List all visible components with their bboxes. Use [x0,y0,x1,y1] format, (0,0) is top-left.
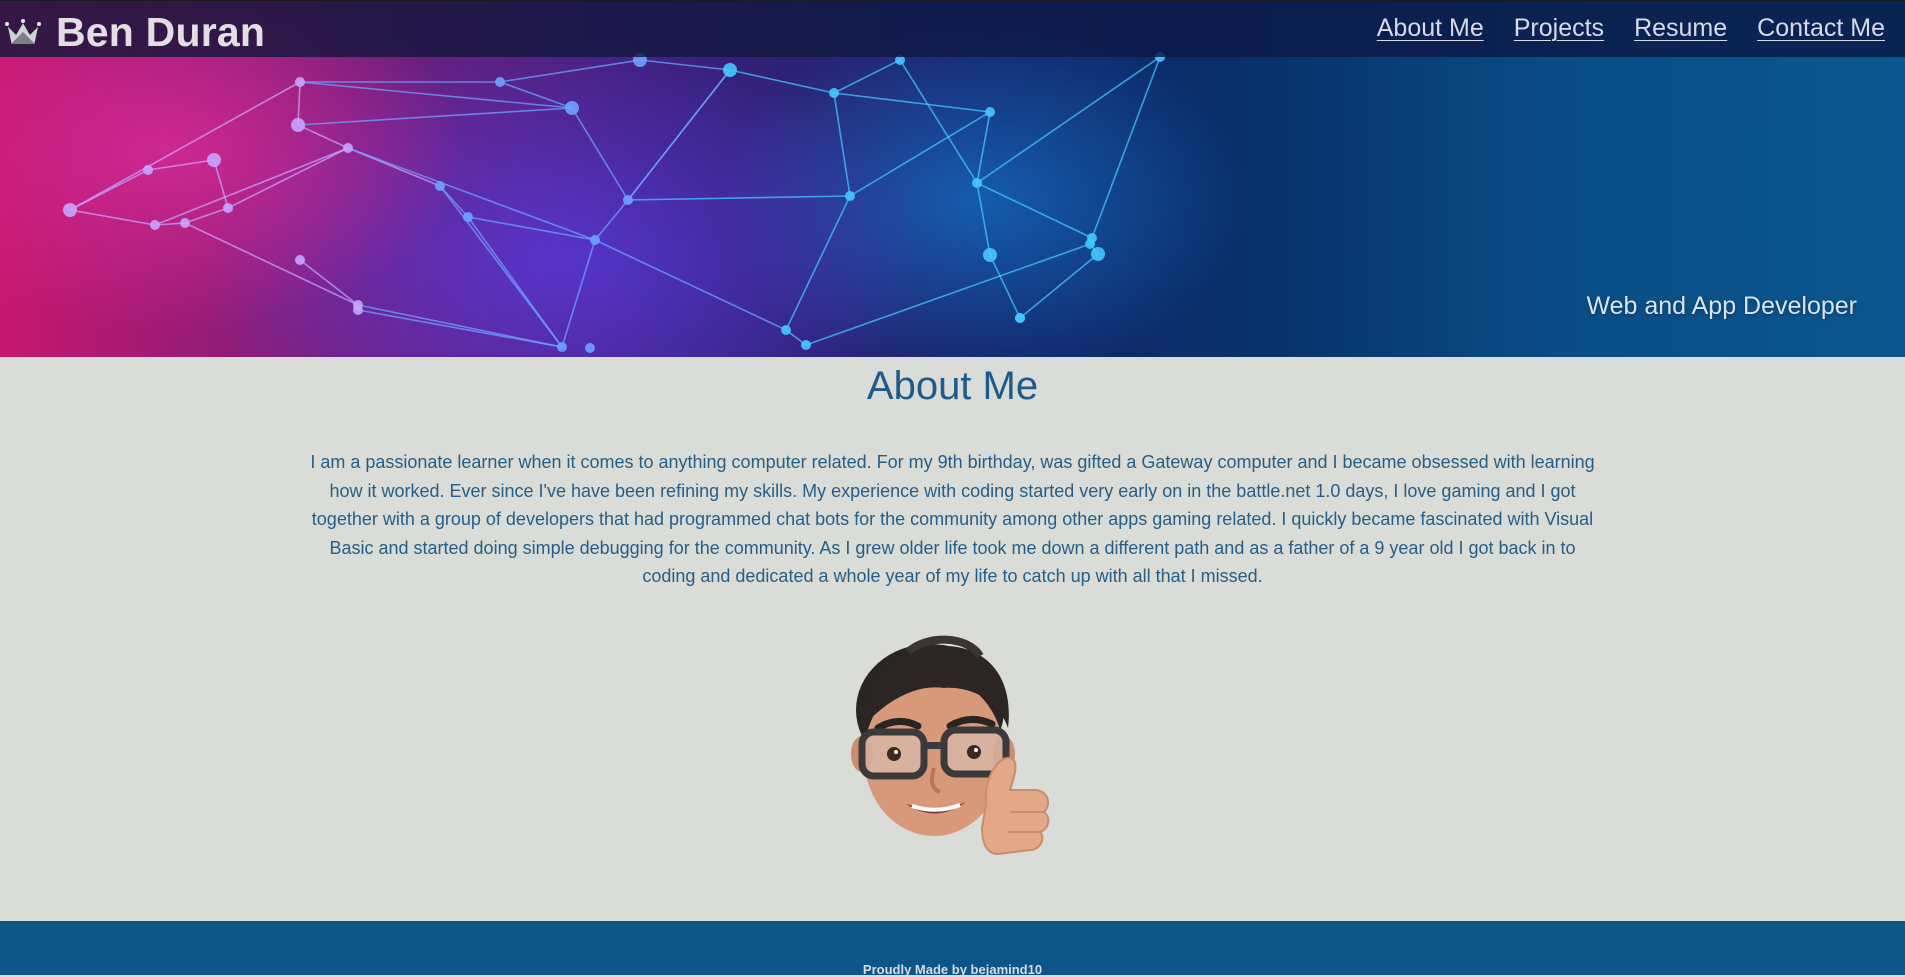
network-node [150,220,160,230]
network-edge [69,209,156,226]
network-node [623,195,633,205]
network-node [557,342,567,352]
network-node [723,63,737,77]
network-node [829,88,839,98]
network-node [985,107,995,117]
network-edge [639,59,731,71]
network-edge [1091,56,1161,239]
network-node [565,101,579,115]
network-node [291,118,305,132]
network-edge [729,69,835,94]
nav-link-about[interactable]: About Me [1377,12,1484,44]
network-edge [976,182,1093,239]
network-edge [594,199,629,241]
network-edge [785,195,851,331]
network-node [295,77,305,87]
network-edge [299,81,573,109]
network-node [63,203,77,217]
top-nav-bar: Ben Duran About Me Projects Resume Conta… [0,0,1905,57]
network-edge [989,254,1021,319]
network-edge [357,309,563,348]
network-node [1015,313,1025,323]
network-edge [627,69,731,201]
network-edge [439,185,563,348]
network-node [801,340,811,350]
network-edge [571,107,629,201]
network-node [353,305,363,315]
network-edge [833,92,991,113]
network-node [295,255,305,265]
footer: Proudly Made by bejamind10 [0,921,1905,977]
main-nav: About Me Projects Resume Contact Me [1347,12,1885,44]
network-edge [1019,253,1099,319]
nav-link-contact[interactable]: Contact Me [1757,12,1885,44]
site-title: Ben Duran [56,9,266,55]
nav-link-projects[interactable]: Projects [1514,12,1604,44]
network-node [223,203,233,213]
network-node [1087,233,1097,243]
network-node [207,153,221,167]
network-edge [69,169,149,211]
network-node [463,212,473,222]
network-edge [184,222,359,306]
network-edge [849,111,991,197]
network-node [845,191,855,201]
network-edge [297,124,349,149]
about-heading: About Me [866,364,1039,408]
network-node [143,165,153,175]
network-edge [561,239,596,348]
network-node [495,77,505,87]
avatar-memoji [851,635,1050,856]
crown-icon [5,19,41,45]
hero-tagline: Web and App Developer [1586,292,1857,320]
network-edge [69,81,301,211]
network-edge [594,239,787,331]
network-node [781,325,791,335]
nav-link-resume[interactable]: Resume [1634,12,1727,44]
about-paragraph: I am a passionate learner when it comes … [310,452,1595,586]
network-edge [833,92,851,197]
network-edge [227,147,349,209]
network-edge [833,59,901,94]
network-node [972,178,982,188]
network-edge [627,195,851,201]
network-node [1091,247,1105,261]
network-edge [154,147,349,226]
network-node [180,218,190,228]
brand[interactable]: Ben Duran [4,9,265,55]
network-edge [297,107,573,126]
network-node [435,181,445,191]
network-node [585,343,595,353]
network-edge [976,56,1161,184]
network-node [590,235,600,245]
network-edge [467,216,596,241]
network-node [343,143,353,153]
network-edge [347,147,596,241]
network-edge [976,182,991,256]
hero-banner: Ben Duran About Me Projects Resume Conta… [0,0,1905,357]
network-edge [976,111,991,184]
network-node [983,248,997,262]
network-edge [499,59,641,83]
network-edge [899,59,978,184]
